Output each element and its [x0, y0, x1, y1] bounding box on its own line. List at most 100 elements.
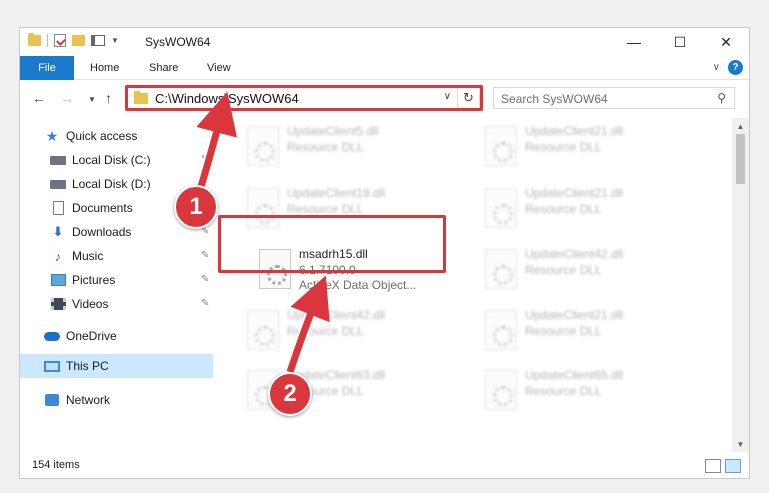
back-arrow-icon[interactable]: ←: [32, 90, 46, 106]
sidebar-item-label: Network: [66, 393, 111, 407]
file-name: UpdateClient21.dll: [525, 186, 624, 200]
list-item[interactable]: UpdateClient42.dll Resource DLL: [477, 243, 707, 295]
file-type: Resource DLL: [525, 263, 602, 277]
step-1-badge: 1: [174, 185, 218, 229]
drive-icon: [50, 153, 66, 167]
network-icon: [44, 393, 60, 407]
sidebar-item-music[interactable]: ♪ Music ✎: [20, 244, 213, 268]
pin-icon: ✎: [201, 298, 210, 309]
sidebar-item-label: Quick access: [66, 129, 138, 143]
file-name: UpdateClient21.dll: [525, 308, 624, 322]
view-options-icon[interactable]: [91, 35, 105, 46]
dll-file-icon: [485, 310, 517, 350]
forward-arrow-icon[interactable]: →: [60, 90, 74, 106]
file-name: UpdateClient19.dll: [287, 186, 386, 200]
pin-icon: ✎: [201, 274, 210, 285]
dll-file-icon: [485, 249, 517, 289]
large-icons-view-icon[interactable]: [725, 459, 741, 473]
title-bar: ▼ SysWOW64 — ☐ ✕: [20, 28, 749, 56]
navigation-pane: ★ Quick access Local Disk (C:) ✎ Local D…: [20, 118, 213, 448]
dll-file-icon: [485, 188, 517, 228]
list-item[interactable]: UpdateClient21.dll Resource DLL: [477, 182, 707, 234]
list-item[interactable]: UpdateClient21.dll Resource DLL: [477, 120, 707, 172]
file-type: Resource DLL: [525, 384, 602, 398]
sidebar-item-local-disk-c[interactable]: Local Disk (C:) ✎: [20, 148, 213, 172]
dll-file-icon: [485, 126, 517, 166]
file-name: UpdateClient65.dll: [525, 368, 624, 382]
vertical-scrollbar[interactable]: ▲ ▼: [732, 118, 749, 452]
sidebar-item-label: Videos: [72, 297, 109, 311]
tab-file[interactable]: File: [20, 56, 74, 80]
tab-view[interactable]: View: [207, 56, 231, 80]
dll-file-icon: [247, 310, 279, 350]
close-button[interactable]: ✕: [703, 28, 749, 56]
view-toggles: [705, 459, 741, 473]
sidebar-item-label: Pictures: [72, 273, 116, 287]
list-item[interactable]: UpdateClient5.dll Resource DLL: [239, 120, 469, 172]
sidebar-item-label: Documents: [72, 201, 133, 215]
document-icon: [50, 201, 66, 215]
properties-icon[interactable]: [54, 34, 66, 47]
dll-file-icon: [247, 126, 279, 166]
sidebar-item-label: Local Disk (D:): [72, 177, 151, 191]
ribbon-right-controls: ∨ ?: [713, 60, 743, 75]
file-highlight-box: [218, 215, 446, 273]
scroll-thumb[interactable]: [736, 134, 745, 184]
scroll-down-icon[interactable]: ▼: [732, 436, 749, 452]
tab-home[interactable]: Home: [90, 56, 119, 80]
sidebar-item-network[interactable]: Network: [20, 388, 213, 412]
pin-icon: ✎: [201, 154, 210, 165]
drive-icon: [50, 177, 66, 191]
minimize-button[interactable]: —: [611, 28, 657, 56]
up-arrow-icon[interactable]: ↑: [105, 90, 112, 106]
navigation-bar: ← → ▼ ↑ C:\Windows\SysWOW64 ∨ ↻ Search S…: [20, 81, 749, 115]
step-2-badge: 2: [268, 372, 312, 416]
list-item[interactable]: UpdateClient42.dll Resource DLL: [239, 304, 469, 356]
file-type: Resource DLL: [525, 324, 602, 338]
cloud-icon: [44, 329, 60, 343]
sidebar-item-label: Local Disk (C:): [72, 153, 151, 167]
scroll-up-icon[interactable]: ▲: [732, 118, 749, 134]
help-icon[interactable]: ?: [728, 60, 743, 75]
expand-ribbon-chevron-icon[interactable]: ∨: [713, 62, 720, 73]
sidebar-item-onedrive[interactable]: OneDrive: [20, 324, 213, 348]
search-box[interactable]: Search SysWOW64 ⚲: [493, 87, 735, 109]
tab-share[interactable]: Share: [149, 56, 178, 80]
sidebar-item-label: Downloads: [72, 225, 132, 239]
sidebar-item-label: OneDrive: [66, 329, 117, 343]
screen-background: ▼ SysWOW64 — ☐ ✕ File Home Share View ∨ …: [0, 0, 769, 493]
folder-icon: [28, 33, 41, 46]
window-title: SysWOW64: [145, 35, 211, 49]
item-count: 154 items: [32, 459, 80, 471]
maximize-button[interactable]: ☐: [657, 28, 703, 56]
file-type: Resource DLL: [287, 140, 364, 154]
file-type: Resource DLL: [287, 324, 364, 338]
customize-toolbar-chevron-icon[interactable]: ▼: [111, 36, 119, 45]
download-icon: ⬇: [52, 224, 64, 239]
dll-file-icon: [485, 370, 517, 410]
status-bar: 154 items: [20, 454, 749, 478]
file-type: Resource DLL: [287, 202, 364, 216]
address-highlight-box: [125, 85, 483, 111]
ribbon-tabs: File Home Share View ∨ ?: [20, 56, 749, 80]
new-folder-icon[interactable]: [72, 35, 85, 46]
computer-icon: [44, 359, 60, 373]
music-icon: ♪: [54, 248, 62, 264]
window-controls: — ☐ ✕: [611, 28, 749, 56]
divider: [47, 34, 48, 47]
list-item[interactable]: UpdateClient65.dll Resource DLL: [477, 364, 707, 416]
search-icon[interactable]: ⚲: [717, 91, 726, 105]
search-input[interactable]: Search SysWOW64: [501, 92, 608, 106]
star-icon: ★: [45, 127, 59, 144]
file-name: UpdateClient42.dll: [525, 247, 624, 261]
sidebar-item-label: This PC: [66, 359, 109, 373]
file-name: UpdateClient42.dll: [287, 308, 386, 322]
recent-locations-chevron-icon[interactable]: ▼: [88, 95, 96, 104]
sidebar-item-this-pc[interactable]: This PC: [20, 354, 213, 378]
sidebar-item-pictures[interactable]: Pictures ✎: [20, 268, 213, 292]
file-name: UpdateClient5.dll: [287, 124, 379, 138]
sidebar-item-quick-access[interactable]: ★ Quick access: [20, 124, 213, 148]
details-view-icon[interactable]: [705, 459, 721, 473]
list-item[interactable]: UpdateClient21.dll Resource DLL: [477, 304, 707, 356]
sidebar-item-videos[interactable]: Videos ✎: [20, 292, 213, 316]
